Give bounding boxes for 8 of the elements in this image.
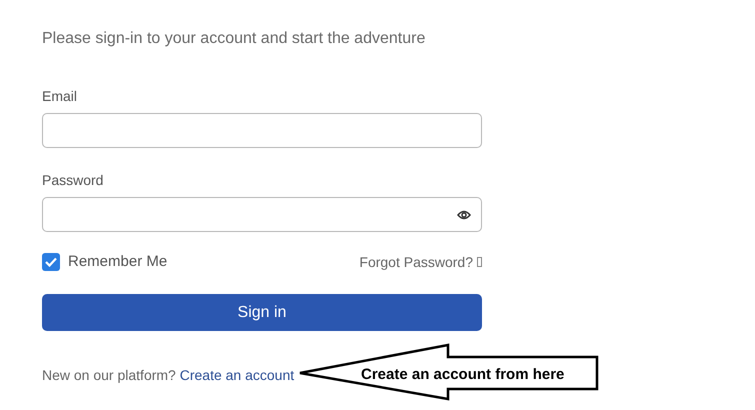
- forgot-password-link[interactable]: Forgot Password?: [359, 252, 473, 272]
- email-label: Email: [42, 87, 78, 105]
- callout-text: Create an account from here: [361, 365, 564, 385]
- create-account-link[interactable]: Create an account: [180, 367, 294, 383]
- remember-label: Remember Me: [68, 252, 168, 272]
- subtitle: Please sign-in to your account and start the adventure: [42, 29, 426, 49]
- sign-in-button[interactable]: Sign in: [42, 294, 482, 331]
- password-label: Password: [42, 171, 104, 189]
